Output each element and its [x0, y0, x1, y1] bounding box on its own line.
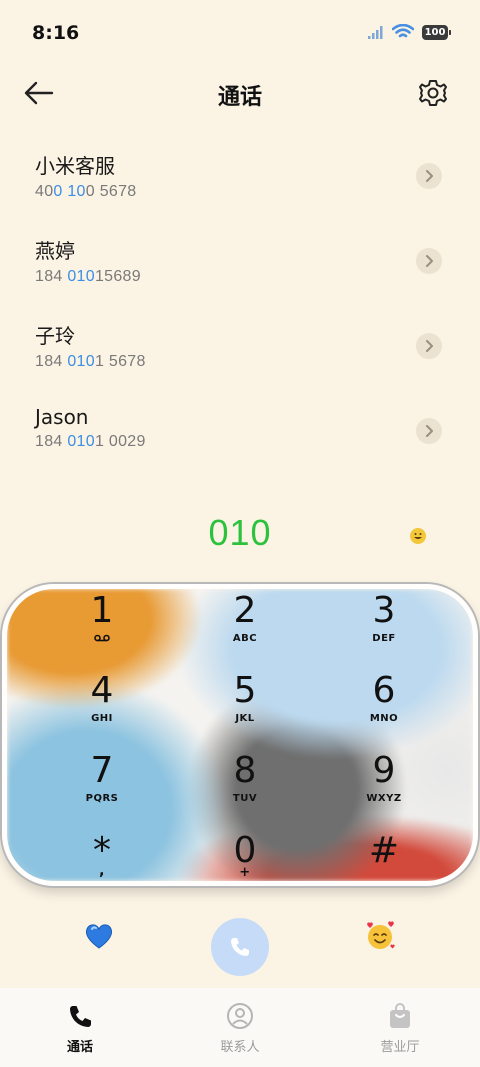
dial-number: 010 [208, 512, 272, 553]
key-8[interactable]: 8 TUV [185, 751, 305, 831]
key-3[interactable]: 3 DEF [324, 591, 444, 671]
key-2[interactable]: 2 ABC [185, 591, 305, 671]
chevron-right-icon [426, 170, 433, 182]
key-5[interactable]: 5 JKL [185, 671, 305, 751]
contact-item[interactable]: Jason 184 0101 0029 [0, 393, 480, 478]
emoji-button[interactable] [410, 528, 426, 544]
contact-detail-button[interactable] [416, 418, 442, 444]
contact-name: 燕婷 [35, 239, 75, 263]
contact-detail-button[interactable] [416, 163, 442, 189]
contact-detail-button[interactable] [416, 333, 442, 359]
contact-item[interactable]: 小米客服 400 100 5678 [0, 138, 480, 223]
contact-list: 小米客服 400 100 5678 燕婷 184 01015689 子玲 184… [0, 138, 480, 478]
blue-heart-icon [85, 924, 113, 949]
smiling-face-with-hearts-icon [367, 921, 395, 949]
battery-icon: 100 [422, 24, 451, 40]
shopping-bag-icon [390, 1003, 410, 1028]
key-0[interactable]: 0 + [185, 831, 305, 881]
contact-item[interactable]: 燕婷 184 01015689 [0, 223, 480, 308]
dial-display: 010 [0, 512, 480, 562]
blue-heart-button[interactable] [84, 922, 114, 950]
status-icons: 100 [368, 24, 451, 40]
contact-number: 184 0101 5678 [35, 353, 146, 370]
contact-name: Jason [35, 405, 89, 429]
contact-item[interactable]: 子玲 184 0101 5678 [0, 308, 480, 393]
key-6[interactable]: 6 MNO [324, 671, 444, 751]
voicemail-icon [94, 634, 110, 642]
dial-keypad: 1 2 ABC 3 DEF 4 GHI 5 JKL 6 MNO 7 PQRS 8… [2, 584, 478, 886]
key-9[interactable]: 9 WXYZ [324, 751, 444, 831]
smiling-face-with-hearts-button[interactable] [364, 920, 396, 952]
gear-icon [419, 80, 447, 106]
grinning-face-icon [410, 528, 426, 544]
phone-icon [231, 938, 249, 956]
key-hash[interactable]: # [324, 831, 444, 881]
status-bar: 8:16 100 [0, 0, 480, 66]
header: 通话 [0, 66, 480, 124]
chevron-right-icon [426, 340, 433, 352]
page-title: 通话 [217, 85, 262, 110]
phone-icon [70, 1006, 91, 1027]
contact-detail-button[interactable] [416, 248, 442, 274]
key-7[interactable]: 7 PQRS [42, 751, 162, 831]
chevron-right-icon [426, 425, 433, 437]
tab-contacts[interactable]: 联系人 [160, 988, 320, 1067]
chevron-right-icon [426, 255, 433, 267]
person-icon [227, 1003, 253, 1029]
contact-number: 184 01015689 [35, 268, 141, 285]
wifi-icon [392, 24, 414, 38]
tab-service-hall[interactable]: 营业厅 [320, 988, 480, 1067]
bottom-tab-bar: 通话 联系人 营业厅 [0, 988, 480, 1067]
contact-number: 400 100 5678 [35, 183, 137, 200]
contact-number: 184 0101 0029 [35, 433, 146, 450]
call-button[interactable] [211, 918, 269, 976]
key-star[interactable]: * , [42, 831, 162, 881]
contact-name: 小米客服 [35, 154, 115, 178]
key-4[interactable]: 4 GHI [42, 671, 162, 751]
tab-calls[interactable]: 通话 [0, 988, 160, 1067]
status-time: 8:16 [32, 22, 80, 44]
signal-icon [368, 25, 383, 39]
action-row [0, 910, 480, 982]
key-1[interactable]: 1 [42, 591, 162, 671]
settings-button[interactable] [418, 78, 450, 110]
contact-name: 子玲 [35, 324, 75, 348]
